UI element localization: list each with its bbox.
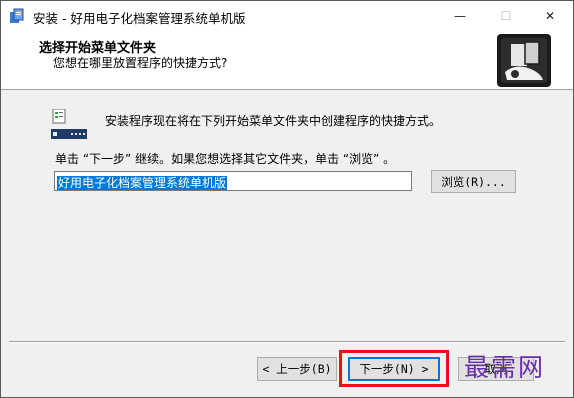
minimize-button[interactable]: — bbox=[437, 1, 483, 31]
installer-window: 安装 - 好用电子化档案管理系统单机版 — ☐ ✕ 选择开始菜单文件夹 您想在哪… bbox=[0, 0, 574, 398]
folder-input-value: 好用电子化档案管理系统单机版 bbox=[57, 176, 228, 190]
wizard-content: 安装程序现在将在下列开始菜单文件夹中创建程序的快捷方式。 单击 “下一步” 继续… bbox=[1, 90, 573, 330]
title-bar[interactable]: 安装 - 好用电子化档案管理系统单机版 — ☐ ✕ bbox=[1, 1, 573, 31]
browse-button[interactable]: 浏览(R)... bbox=[431, 170, 516, 193]
close-button[interactable]: ✕ bbox=[527, 1, 573, 31]
info-text: 安装程序现在将在下列开始菜单文件夹中创建程序的快捷方式。 bbox=[105, 114, 442, 128]
close-icon: ✕ bbox=[544, 9, 556, 23]
footer-divider bbox=[9, 341, 565, 343]
installer-app-icon bbox=[9, 8, 25, 24]
page-subtitle: 您想在哪里放置程序的快捷方式? bbox=[53, 56, 228, 70]
maximize-icon: ☐ bbox=[500, 9, 512, 23]
wizard-header: 选择开始菜单文件夹 您想在哪里放置程序的快捷方式? bbox=[1, 31, 573, 90]
instruction-text: 单击 “下一步” 继续。如果您想选择其它文件夹，单击 “浏览” 。 bbox=[55, 152, 396, 166]
installer-logo-icon bbox=[497, 34, 551, 87]
start-menu-folder-input[interactable]: 好用电子化档案管理系统单机版 bbox=[54, 171, 412, 191]
back-button[interactable]: < 上一步(B) bbox=[257, 357, 337, 381]
window-title: 安装 - 好用电子化档案管理系统单机版 bbox=[33, 11, 246, 26]
watermark-logo: 最需网 bbox=[464, 353, 546, 382]
maximize-button[interactable]: ☐ bbox=[483, 1, 529, 31]
minimize-icon: — bbox=[454, 9, 466, 23]
start-menu-folder-icon bbox=[51, 108, 87, 139]
next-button-highlight bbox=[339, 350, 449, 387]
